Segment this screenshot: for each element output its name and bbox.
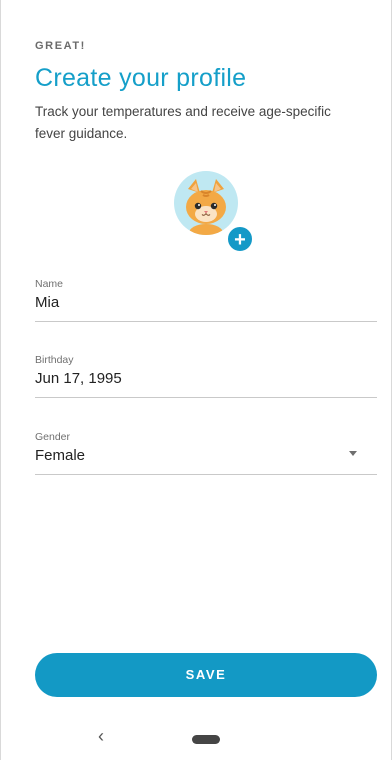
birthday-label: Birthday [35, 354, 74, 366]
gender-field[interactable]: Gender Female [35, 431, 377, 475]
save-button[interactable]: SAVE [35, 653, 377, 697]
nav-back-icon[interactable]: ‹ [93, 726, 109, 746]
birthday-input[interactable]: Jun 17, 1995 [35, 370, 377, 397]
page-title: Create your profile [35, 64, 247, 92]
name-label: Name [35, 278, 64, 290]
dropdown-arrow-icon[interactable] [349, 451, 357, 456]
nav-home-icon[interactable] [192, 735, 220, 744]
eyebrow-label: GREAT! [35, 40, 86, 52]
cat-avatar-icon[interactable] [174, 171, 238, 235]
gender-select[interactable]: Female [35, 447, 377, 474]
add-photo-button[interactable]: + [226, 225, 254, 253]
gender-label: Gender [35, 431, 71, 443]
avatar-picker[interactable]: + [174, 171, 254, 253]
page-subtitle: Track your temperatures and receive age-… [35, 104, 331, 141]
profile-screen: GREAT! Create your profile Track your te… [0, 0, 392, 760]
birthday-field[interactable]: Birthday Jun 17, 1995 [35, 354, 377, 398]
name-field[interactable]: Name Mia [35, 278, 377, 322]
name-input[interactable]: Mia [35, 294, 377, 321]
